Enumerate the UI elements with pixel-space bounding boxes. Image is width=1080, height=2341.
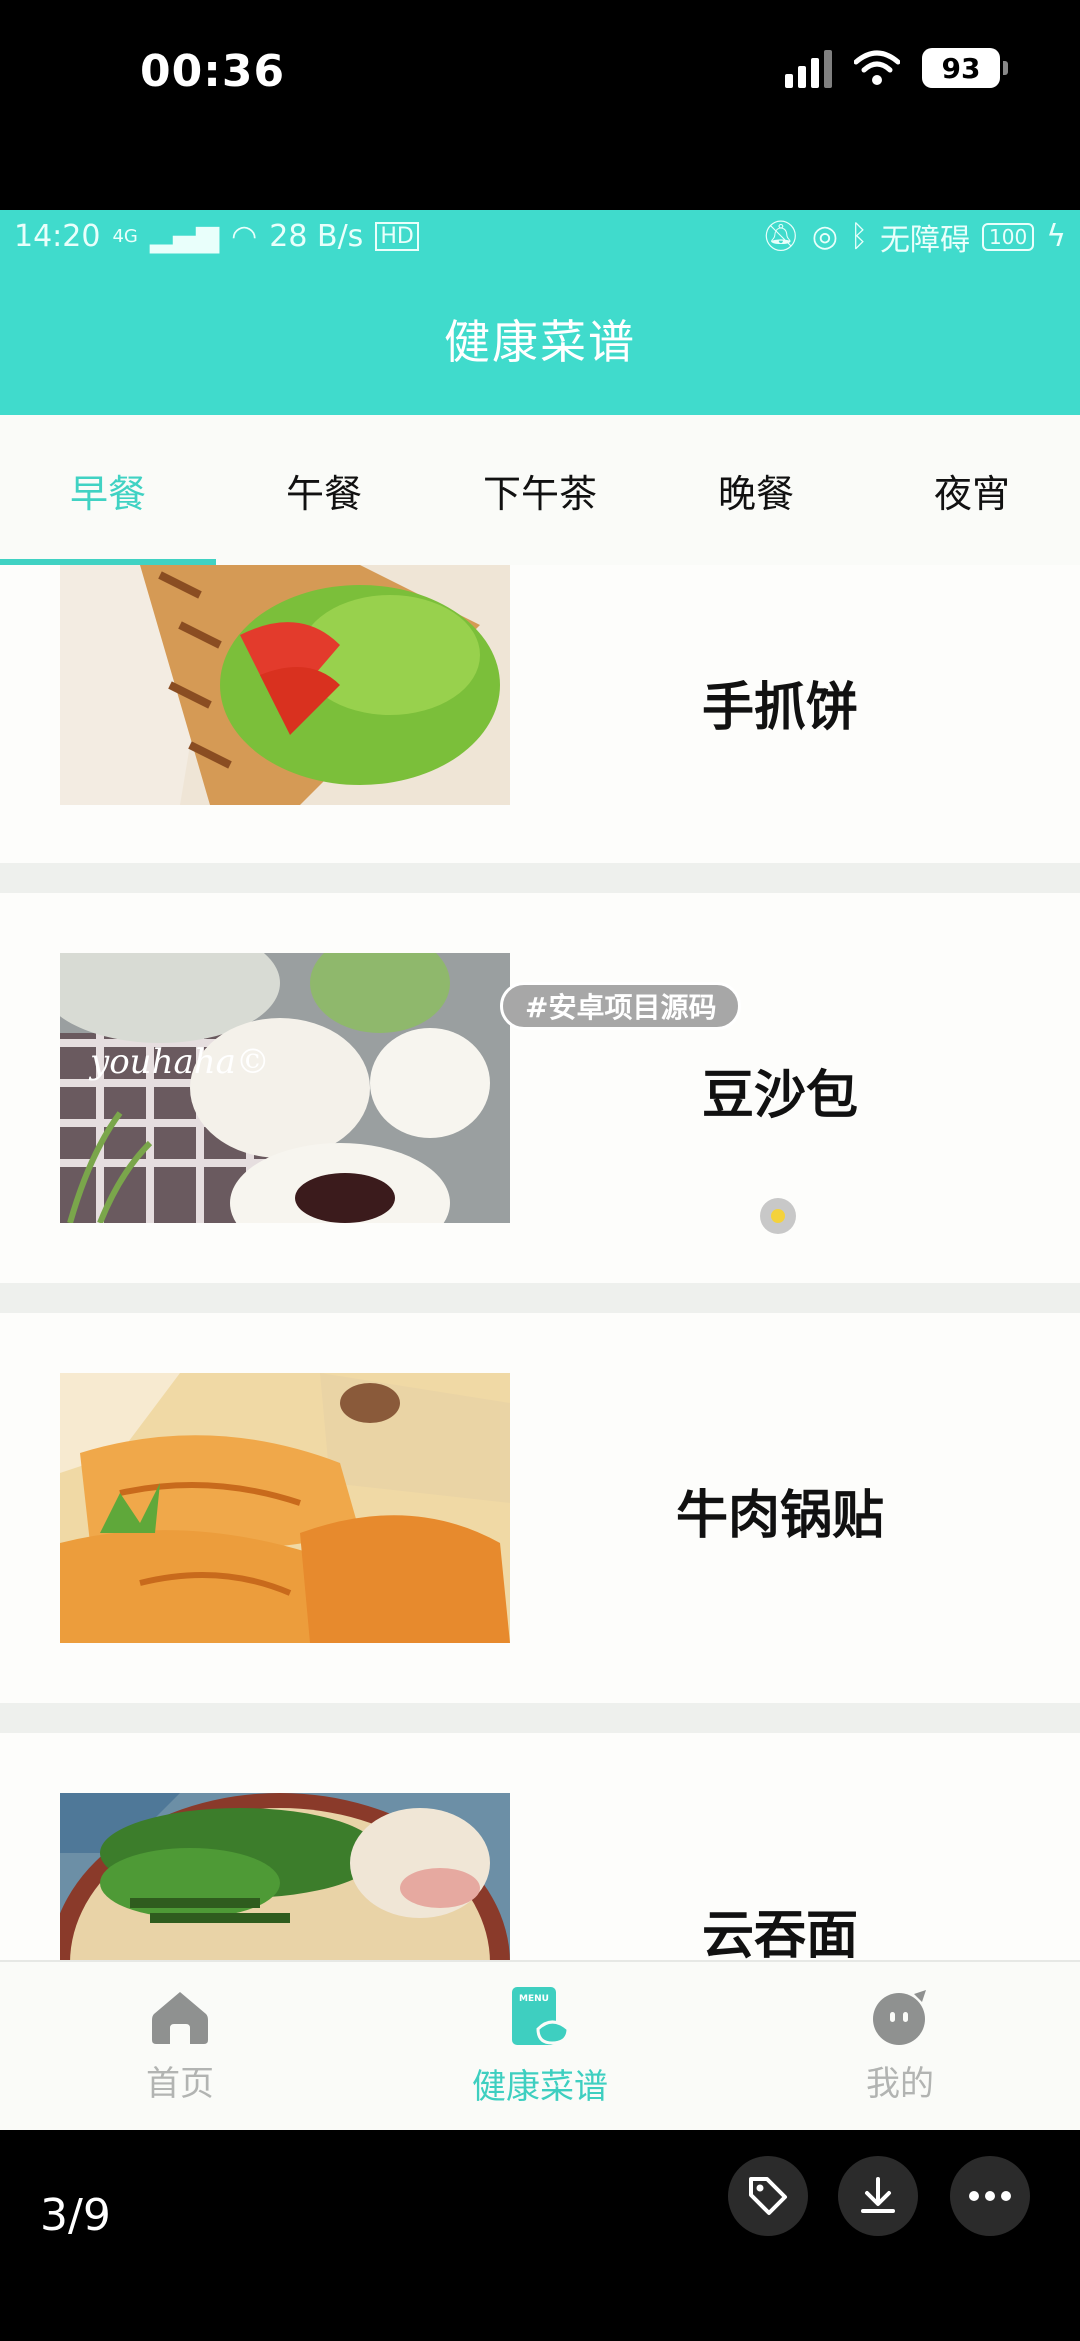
nav-label: 首页 [146,2063,214,2104]
divider [0,863,1080,893]
outer-clock: 00:36 [140,46,286,97]
tab-afternoon-tea[interactable]: 下午茶 [432,415,648,565]
download-icon [861,2177,895,2213]
recipe-card[interactable]: youhaha© 豆沙包 [0,893,1080,1283]
profile-icon [873,1989,926,2045]
recipe-image: youhaha© [60,953,510,1223]
menu-icon-text: MENU [519,1994,549,2004]
recipe-image [60,1373,510,1643]
inner-wifi-icon: ◠ [231,219,258,254]
hashtag-chip[interactable]: #安卓项目源码 [500,982,742,1030]
download-button[interactable] [838,2156,918,2236]
menu-book-icon: MENU [512,1986,570,2045]
nav-home[interactable]: 首页 [0,1962,360,2130]
more-icon [969,2191,1011,2201]
cellular-signal-icon [785,48,832,88]
tag-icon [749,2177,787,2215]
divider [0,1283,1080,1313]
nav-profile[interactable]: 我的 [720,1962,1080,2130]
meal-tabs: 早餐 午餐 下午茶 晚餐 夜宵 [0,415,1080,565]
tag-button[interactable] [728,2156,808,2236]
accessibility-label: 无障碍 [880,222,971,258]
nav-recipes[interactable]: MENU 健康菜谱 [360,1962,720,2130]
hd-badge: HD [375,222,419,251]
inner-clock: 14:20 [14,219,101,254]
nav-label: 我的 [866,2063,934,2104]
more-button[interactable] [950,2156,1030,2236]
page-title: 健康菜谱 [444,315,636,369]
recipe-list[interactable]: 手抓饼 youhaha© 豆沙包 牛肉锅贴 云吞面 [0,565,1080,1970]
recipe-card[interactable]: 云吞面 [0,1733,1080,1970]
recipe-image [60,1793,510,1970]
nav-label: 健康菜谱 [472,2066,608,2107]
wifi-icon [854,50,900,86]
home-icon [152,1991,208,2044]
app-screen: 14:20 4G ▂▄▆ ◠ 28 B/s HD 🔕︎ ◎ ᛒ 无障碍 100 … [0,210,1080,2130]
inner-battery-icon: 100 [982,222,1035,251]
recipe-card[interactable]: 牛肉锅贴 [0,1313,1080,1703]
recipe-card[interactable]: 手抓饼 [0,565,1080,895]
bottom-nav: 首页 MENU 健康菜谱 我的 [0,1960,1080,2130]
outer-status-icons: 93 [785,48,1008,88]
battery-icon: 93 [922,48,1008,88]
divider [0,1703,1080,1733]
image-watermark: youhaha© [88,1042,270,1082]
outer-status-bar: 00:36 93 [0,0,1080,210]
tab-late-night[interactable]: 夜宵 [864,415,1080,565]
status-dot-icon [760,1198,796,1234]
recipe-name: 牛肉锅贴 [675,1486,884,1546]
tab-lunch[interactable]: 午餐 [216,415,432,565]
mute-icon: 🔕︎ [761,219,800,254]
charging-icon: ϟ [1046,219,1066,254]
recipe-name: 手抓饼 [701,678,858,738]
bluetooth-icon: ᛒ [850,219,869,254]
app-header: 健康菜谱 [0,263,1080,415]
lock-rotation-icon: ◎ [811,219,839,254]
inner-signal-icon: ▂▄▆ [149,219,220,254]
inner-status-bar: 14:20 4G ▂▄▆ ◠ 28 B/s HD 🔕︎ ◎ ᛒ 无障碍 100 … [0,210,1080,263]
viewer-bottom-bar: 3/9 [0,2130,1080,2341]
recipe-image [60,565,510,805]
recipe-name: 云吞面 [701,1906,858,1966]
net-speed: 28 B/s [269,219,364,254]
tab-breakfast[interactable]: 早餐 [0,415,216,565]
recipe-name: 豆沙包 [701,1066,858,1126]
tab-dinner[interactable]: 晚餐 [648,415,864,565]
page-indicator: 3/9 [40,2190,111,2241]
network-type: 4G [112,226,138,247]
